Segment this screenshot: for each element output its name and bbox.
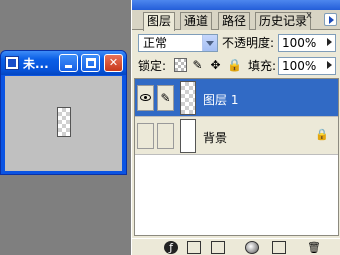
lock-pixels-icon[interactable]: ✎ — [191, 58, 204, 72]
maximize-button[interactable] — [81, 54, 100, 72]
layer-link-toggle[interactable] — [157, 123, 174, 149]
lock-label: 锁定: — [138, 59, 167, 73]
layer-row[interactable]: 背景 🔒 — [135, 117, 338, 155]
layers-list: ✎ 图层 1 背景 🔒 — [134, 78, 339, 236]
opacity-slider-arrow-icon[interactable] — [327, 38, 332, 46]
document-title: 未... — [23, 57, 49, 71]
layer-thumbnail — [180, 119, 196, 153]
document-canvas[interactable] — [5, 76, 122, 171]
document-titlebar[interactable]: 未... ✕ — [1, 51, 126, 75]
panel-grip-bar[interactable] — [132, 0, 340, 10]
fill-value: 100% — [282, 59, 317, 73]
layer-name: 图层 1 — [203, 93, 239, 107]
close-button[interactable]: ✕ — [104, 54, 123, 72]
layer-thumbnail — [180, 81, 196, 115]
canvas-content-transparent — [57, 107, 71, 137]
fill-slider-arrow-icon[interactable] — [327, 61, 332, 69]
layer-link-toggle[interactable]: ✎ — [157, 85, 174, 111]
tab-layers[interactable]: 图层 — [143, 12, 176, 31]
new-layer-icon[interactable] — [272, 241, 286, 254]
fill-field[interactable]: 100% — [278, 57, 336, 75]
lock-transparency-icon[interactable] — [174, 58, 187, 72]
minimize-button[interactable] — [59, 54, 78, 72]
layers-panel: 图层 通道 路径 历史记录 x 正常 不透明度: 100% 锁定: ✎ ✥ 🔒 … — [131, 0, 340, 255]
layer-set-icon[interactable] — [211, 241, 225, 254]
photoshop-document-icon — [5, 56, 19, 70]
fill-label: 填充: — [248, 59, 277, 73]
layer-name: 背景 — [203, 131, 228, 145]
chevron-down-icon[interactable] — [202, 35, 217, 51]
opacity-field[interactable]: 100% — [278, 34, 336, 52]
tab-channels[interactable]: 通道 — [180, 12, 213, 30]
opacity-label: 不透明度: — [222, 36, 275, 50]
panel-menu-button[interactable] — [324, 13, 337, 26]
tab-history[interactable]: 历史记录 — [255, 12, 312, 30]
layer-style-icon[interactable]: ƒ — [164, 241, 178, 254]
document-window: 未... ✕ — [0, 50, 127, 175]
lock-all-icon[interactable]: 🔒 — [227, 58, 242, 72]
opacity-value: 100% — [282, 36, 317, 50]
lock-position-icon[interactable]: ✥ — [209, 58, 222, 72]
panel-close-icon[interactable]: x — [306, 11, 312, 21]
minimize-icon — [65, 65, 72, 68]
blend-mode-select[interactable]: 正常 — [138, 34, 218, 52]
lock-icon: 🔒 — [315, 128, 329, 141]
blend-mode-value: 正常 — [143, 36, 168, 50]
layer-visibility-toggle[interactable] — [137, 123, 154, 149]
tab-paths[interactable]: 路径 — [218, 12, 251, 30]
trash-icon[interactable]: 🗑 — [307, 241, 321, 254]
mask-icon[interactable] — [187, 241, 201, 254]
close-icon: ✕ — [108, 56, 119, 69]
layers-bottom-toolbar: ƒ 🗑 — [132, 238, 340, 255]
brush-icon: ✎ — [160, 91, 171, 105]
adjustment-icon[interactable] — [245, 241, 259, 254]
eye-icon — [140, 94, 151, 101]
layer-visibility-toggle[interactable] — [137, 85, 154, 111]
layer-row[interactable]: ✎ 图层 1 — [135, 79, 338, 117]
maximize-icon — [86, 58, 96, 68]
